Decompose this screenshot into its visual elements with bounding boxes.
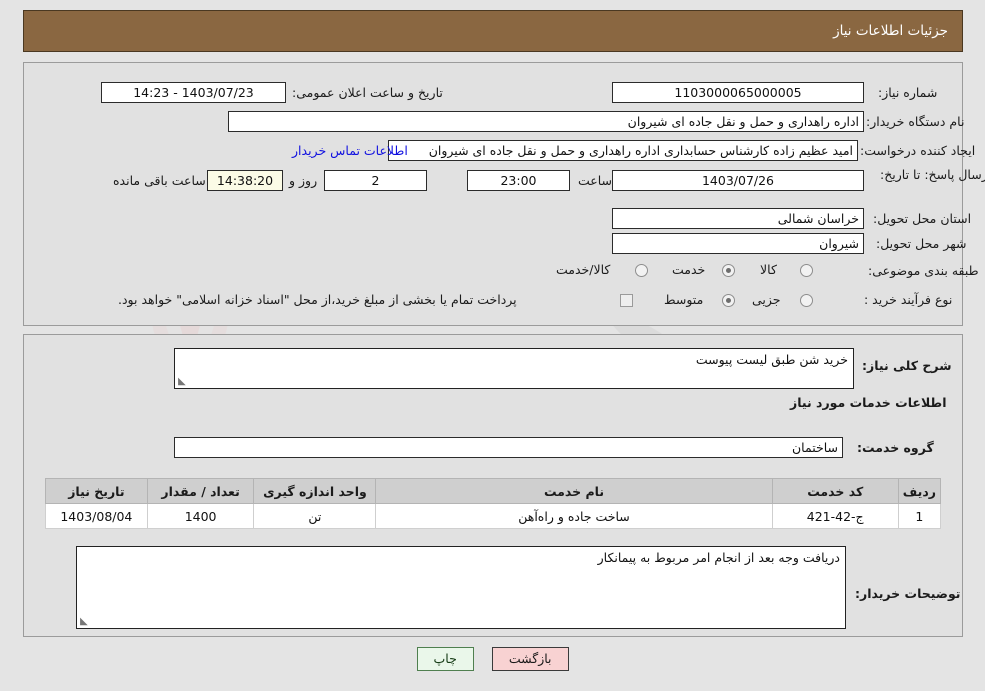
radio-category-khedmat-label[interactable]: خدمت — [672, 262, 705, 278]
deadline-date-field: 1403/07/26 — [612, 170, 864, 191]
need-number-label: شماره نیاز: — [878, 85, 938, 100]
table-header-row: ردیف کد خدمت نام خدمت واحد اندازه گیری ت… — [45, 478, 942, 504]
page-title: جزئیات اطلاعات نیاز — [833, 23, 948, 39]
column-header-row: ردیف — [897, 478, 942, 504]
page-root: AriaTender.net جزئیات اطلاعات نیاز شماره… — [0, 0, 985, 691]
cell-row-index: 1 — [897, 503, 942, 529]
service-group-field: ساختمان — [174, 437, 843, 458]
cell-quantity: 1400 — [146, 503, 255, 529]
column-header-quantity: تعداد / مقدار — [146, 478, 255, 504]
announcement-datetime-field: 1403/07/23 - 14:23 — [101, 82, 286, 103]
checkbox-islamic-treasury-bonds[interactable] — [620, 294, 633, 307]
radio-process-jozei[interactable] — [800, 294, 813, 307]
deadline-time-field: 23:00 — [467, 170, 570, 191]
need-description-textarea[interactable]: خرید شن طبق لیست پیوست ◢ — [174, 348, 854, 389]
resize-grip-icon[interactable]: ◢ — [80, 616, 90, 627]
need-description-text: خرید شن طبق لیست پیوست — [695, 352, 848, 367]
column-header-date: تاریخ نیاز — [45, 478, 148, 504]
buyer-notes-label: توضیحات خریدار: — [855, 586, 961, 601]
buyer-org-field: اداره راهداری و حمل و نقل جاده ای شیروان — [228, 111, 864, 132]
deadline-countdown-field: 14:38:20 — [207, 170, 283, 191]
radio-process-motevaset[interactable] — [722, 294, 735, 307]
radio-category-kala-label[interactable]: کالا — [760, 262, 777, 278]
buyer-contact-link[interactable]: اطلاعات تماس خریدار — [292, 143, 408, 158]
table-row: 1 ج-42-421 ساخت جاده و راه‌آهن تن 1400 1… — [45, 503, 942, 529]
radio-category-kala-khedmat-label[interactable]: کالا/خدمت — [556, 262, 610, 278]
radio-category-khedmat[interactable] — [722, 264, 735, 277]
request-creator-field: امید عظیم زاده کارشناس حسابداری اداره را… — [388, 140, 858, 161]
delivery-city-field: شیروان — [612, 233, 864, 254]
deadline-days-label: روز و — [289, 173, 318, 188]
print-button[interactable]: چاپ — [416, 647, 474, 671]
back-button[interactable]: بازگشت — [491, 647, 569, 671]
services-section-heading: اطلاعات خدمات مورد نیاز — [790, 395, 947, 410]
islamic-treasury-note: پرداخت تمام یا بخشی از مبلغ خرید،از محل … — [118, 292, 517, 307]
column-header-code: کد خدمت — [771, 478, 899, 504]
cell-service-code: ج-42-421 — [771, 503, 899, 529]
buyer-org-label: نام دستگاه خریدار: — [866, 114, 965, 129]
announcement-datetime-label: تاریخ و ساعت اعلان عمومی: — [292, 85, 443, 100]
delivery-province-label: استان محل تحویل: — [873, 211, 972, 226]
column-header-unit: واحد اندازه گیری — [253, 478, 377, 504]
need-number-field: 1103000065000005 — [612, 82, 864, 103]
radio-process-motevaset-label[interactable]: متوسط — [664, 292, 703, 308]
deadline-remaining-label: ساعت باقی مانده — [113, 173, 206, 188]
request-creator-label: ایجاد کننده درخواست: — [860, 143, 976, 158]
window-title-bar: جزئیات اطلاعات نیاز — [23, 10, 963, 52]
service-group-label: گروه خدمت: — [857, 440, 934, 455]
deadline-days-field: 2 — [324, 170, 427, 191]
deadline-time-label: ساعت — [578, 173, 613, 188]
action-button-row: بازگشت چاپ — [0, 647, 985, 671]
delivery-province-field: خراسان شمالی — [612, 208, 864, 229]
services-table: ردیف کد خدمت نام خدمت واحد اندازه گیری ت… — [45, 478, 942, 529]
radio-category-kala-khedmat[interactable] — [635, 264, 648, 277]
buyer-notes-textarea[interactable]: دریافت وجه بعد از انجام امر مربوط به پیم… — [76, 546, 846, 629]
buyer-notes-text: دریافت وجه بعد از انجام امر مربوط به پیم… — [597, 550, 840, 565]
resize-grip-icon[interactable]: ◢ — [178, 376, 188, 387]
subject-category-label: طبقه بندی موضوعی: — [868, 263, 979, 278]
need-description-label: شرح کلی نیاز: — [862, 358, 952, 373]
cell-unit: تن — [253, 503, 377, 529]
radio-process-jozei-label[interactable]: جزیی — [752, 292, 781, 308]
column-header-name: نام خدمت — [375, 478, 773, 504]
purchase-process-label: نوع فرآیند خرید : — [864, 292, 953, 307]
delivery-city-label: شهر محل تحویل: — [876, 236, 967, 251]
cell-need-date: 1403/08/04 — [45, 503, 148, 529]
radio-category-kala[interactable] — [800, 264, 813, 277]
response-deadline-label: مهلت ارسال پاسخ: تا تاریخ: — [880, 167, 985, 182]
cell-service-name: ساخت جاده و راه‌آهن — [375, 503, 773, 529]
